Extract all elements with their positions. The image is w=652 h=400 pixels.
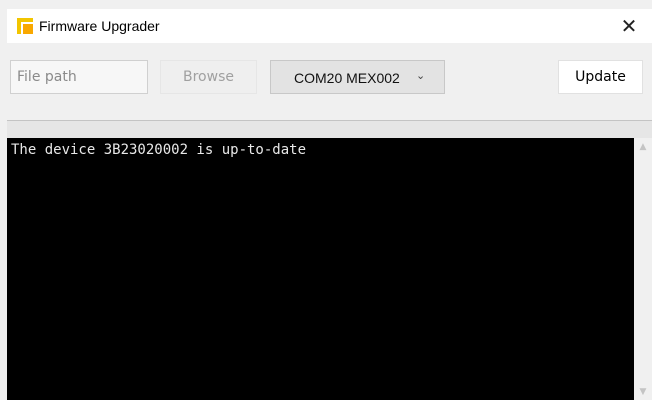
- window-title: Firmware Upgrader: [39, 18, 160, 34]
- progress-bar: [7, 121, 652, 138]
- firmware-upgrader-window: Firmware Upgrader ✕ Browse COM20 MEX002 …: [7, 9, 652, 400]
- port-select-value: COM20 MEX002: [294, 70, 400, 86]
- port-select[interactable]: COM20 MEX002 ⌄: [270, 60, 445, 94]
- app-logo-icon: [17, 18, 33, 34]
- file-path-input[interactable]: [10, 60, 148, 94]
- console-output[interactable]: The device 3B23020002 is up-to-date: [7, 138, 634, 400]
- scroll-down-icon[interactable]: ▼: [634, 383, 652, 400]
- scroll-up-icon[interactable]: ▲: [634, 138, 652, 155]
- toolbar: Browse COM20 MEX002 ⌄ Update: [7, 43, 652, 119]
- chevron-down-icon: ⌄: [416, 70, 426, 82]
- browse-button[interactable]: Browse: [160, 60, 257, 94]
- update-button[interactable]: Update: [558, 60, 643, 94]
- close-button[interactable]: ✕: [606, 9, 652, 43]
- title-bar: Firmware Upgrader ✕: [7, 9, 652, 43]
- console-line: The device 3B23020002 is up-to-date: [11, 142, 307, 158]
- console-scrollbar[interactable]: ▲ ▼: [634, 138, 652, 400]
